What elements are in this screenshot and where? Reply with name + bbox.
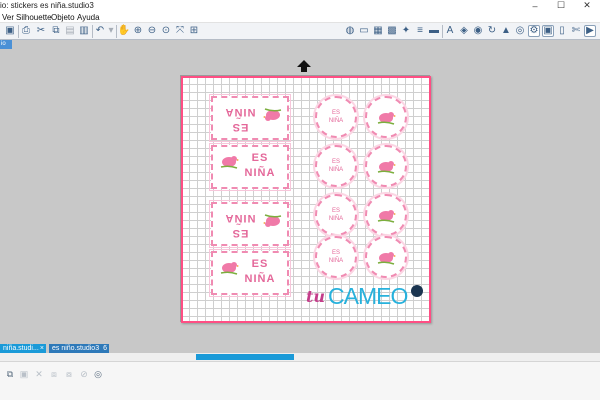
circle-text-bottom: NIÑA <box>328 118 344 124</box>
rect-sticker[interactable]: ES NIÑA <box>209 94 291 142</box>
window-title: io: stickers es niña.studio3 <box>0 1 94 10</box>
toolbar-divider <box>18 25 19 38</box>
zoom-out-icon[interactable]: ⊖ <box>146 25 158 37</box>
transform-icon[interactable]: ◈ <box>458 25 470 37</box>
drag-zoom-icon[interactable]: ⤧ <box>174 25 186 37</box>
store-icon[interactable]: ▣ <box>542 25 554 37</box>
select-all-icon[interactable]: ⧉ <box>4 368 16 380</box>
bird-icon <box>220 262 239 275</box>
line-style-icon[interactable]: ≡ <box>414 25 426 37</box>
menu-objeto[interactable]: Objeto <box>51 12 75 23</box>
make-compound-icon[interactable]: ⧈ <box>48 368 60 380</box>
gradient-icon[interactable]: ▦ <box>372 25 384 37</box>
page-setup-icon[interactable]: ▯ <box>556 25 568 37</box>
effects-icon[interactable]: ✦ <box>400 25 412 37</box>
circle-sticker[interactable]: ES NIÑA <box>315 236 357 278</box>
fit-to-page-icon[interactable]: ⊞ <box>188 25 200 37</box>
sticker-text-top: ES <box>251 152 269 164</box>
circle-sticker[interactable] <box>365 194 407 236</box>
toolbar-divider <box>442 25 443 38</box>
circle-text-bottom: NIÑA <box>328 258 344 264</box>
offset-icon[interactable]: ▲ <box>500 25 512 37</box>
line-color-icon[interactable]: ▭ <box>358 25 370 37</box>
group-icon[interactable]: ▣ <box>18 368 30 380</box>
close-button[interactable]: ✕ <box>574 0 600 11</box>
modify-icon[interactable]: ↻ <box>486 25 498 37</box>
sticker-text-bottom: NIÑA <box>224 106 256 118</box>
knife-icon[interactable]: ⚙ <box>528 25 540 37</box>
sticker-text-bottom: NIÑA <box>244 167 276 179</box>
fill-bucket-icon[interactable]: ◍ <box>344 25 356 37</box>
bird-icon <box>220 156 239 169</box>
menu-ayuda[interactable]: Ayuda <box>77 12 100 23</box>
circle-text-top: ES <box>331 159 340 165</box>
circle-sticker[interactable] <box>365 96 407 138</box>
title-bar: io: stickers es niña.studio3 – ☐ ✕ <box>0 0 600 12</box>
release-compound-icon[interactable]: ⧇ <box>63 368 75 380</box>
feed-direction-arrow <box>297 60 311 72</box>
library-side-tab[interactable]: io <box>0 40 12 49</box>
sticker-text-bottom: NIÑA <box>224 212 256 224</box>
trace-icon[interactable]: ◎ <box>514 25 526 37</box>
menu-bar: Ver Silhouette Objeto Ayuda <box>0 12 600 23</box>
copy-icon[interactable]: ⧉ <box>50 25 62 37</box>
tucameo-logo: tu CAMEO <box>306 281 426 309</box>
text-icon[interactable]: A <box>444 25 456 37</box>
sticker-text-top: ES <box>231 227 249 239</box>
save-icon[interactable]: ▣ <box>4 25 16 37</box>
circle-sticker[interactable]: ES NIÑA <box>315 194 357 236</box>
bottom-toolbar: ⧉ ▣ ✕ ⧈ ⧇ ⊘ ◎ <box>0 361 600 400</box>
bird-icon <box>377 210 396 223</box>
bird-icon <box>377 161 396 174</box>
print-icon[interactable]: ⎙ <box>20 25 32 37</box>
pan-hand-icon[interactable]: ✋ <box>118 25 130 37</box>
circle-sticker[interactable]: ES NIÑA <box>315 96 357 138</box>
toolbar-divider <box>92 25 93 38</box>
circle-text-top: ES <box>331 110 340 116</box>
menu-ver[interactable]: Ver <box>2 12 14 23</box>
shape-icon[interactable]: ▬ <box>428 25 440 37</box>
circle-text-bottom: NIÑA <box>328 216 344 222</box>
menu-silhouette[interactable]: Silhouette <box>16 12 52 23</box>
horizontal-scrollbar[interactable] <box>0 353 600 361</box>
circle-sticker[interactable]: ES NIÑA <box>315 145 357 187</box>
circle-sticker[interactable] <box>365 145 407 187</box>
toolbar: ▣ ⎙ ✂ ⧉ ▤ ▥ ↶ ▾ ✋ ⊕ ⊖ ⊙ ⤧ ⊞ ◍ ▭ ▦ ▩ ✦ ≡ … <box>0 23 600 40</box>
zoom-in-icon[interactable]: ⊕ <box>132 25 144 37</box>
ungroup-icon[interactable]: ✕ <box>33 368 45 380</box>
bird-icon <box>377 252 396 265</box>
maximize-button[interactable]: ☐ <box>548 0 574 11</box>
circle-text-top: ES <box>331 208 340 214</box>
weld-icon[interactable]: ⊘ <box>78 368 90 380</box>
tab-label: niña.studi... <box>3 345 39 352</box>
bird-icon <box>263 214 282 227</box>
paste-icon[interactable]: ▤ <box>64 25 76 37</box>
tab-label: es niño.studio3 <box>52 345 100 352</box>
cutting-mat[interactable]: ES NIÑA ES NIÑA ES NIÑA ES NIÑA ES NIÑA … <box>180 75 431 323</box>
rect-sticker[interactable]: ES NIÑA <box>209 200 291 248</box>
sticker-text-top: ES <box>231 121 249 133</box>
pattern-icon[interactable]: ▩ <box>386 25 398 37</box>
duplicate-icon[interactable]: ◎ <box>92 368 104 380</box>
logo-name: CAMEO <box>328 283 408 309</box>
zoom-box-icon[interactable]: ⊙ <box>160 25 172 37</box>
minimize-button[interactable]: – <box>522 0 548 11</box>
rect-sticker[interactable]: ES NIÑA <box>209 249 291 297</box>
bird-icon <box>377 112 396 125</box>
rect-sticker[interactable]: ES NIÑA <box>209 143 291 191</box>
sticker-text-bottom: NIÑA <box>244 273 276 285</box>
sticker-text-top: ES <box>251 258 269 270</box>
replicate-icon[interactable]: ◉ <box>472 25 484 37</box>
circle-text-top: ES <box>331 250 340 256</box>
cut-icon[interactable]: ✂ <box>35 25 47 37</box>
logo-pen-icon <box>411 285 423 297</box>
scrollbar-thumb[interactable] <box>196 354 294 360</box>
logo-prefix: tu <box>306 287 326 306</box>
circle-sticker[interactable] <box>365 236 407 278</box>
circle-text-bottom: NIÑA <box>328 167 344 173</box>
bird-icon <box>263 108 282 121</box>
delete-icon[interactable]: ▥ <box>78 25 90 37</box>
send-to-cutter-icon[interactable]: ▶ <box>584 25 596 37</box>
cut-settings-icon[interactable]: ✄ <box>570 25 582 37</box>
